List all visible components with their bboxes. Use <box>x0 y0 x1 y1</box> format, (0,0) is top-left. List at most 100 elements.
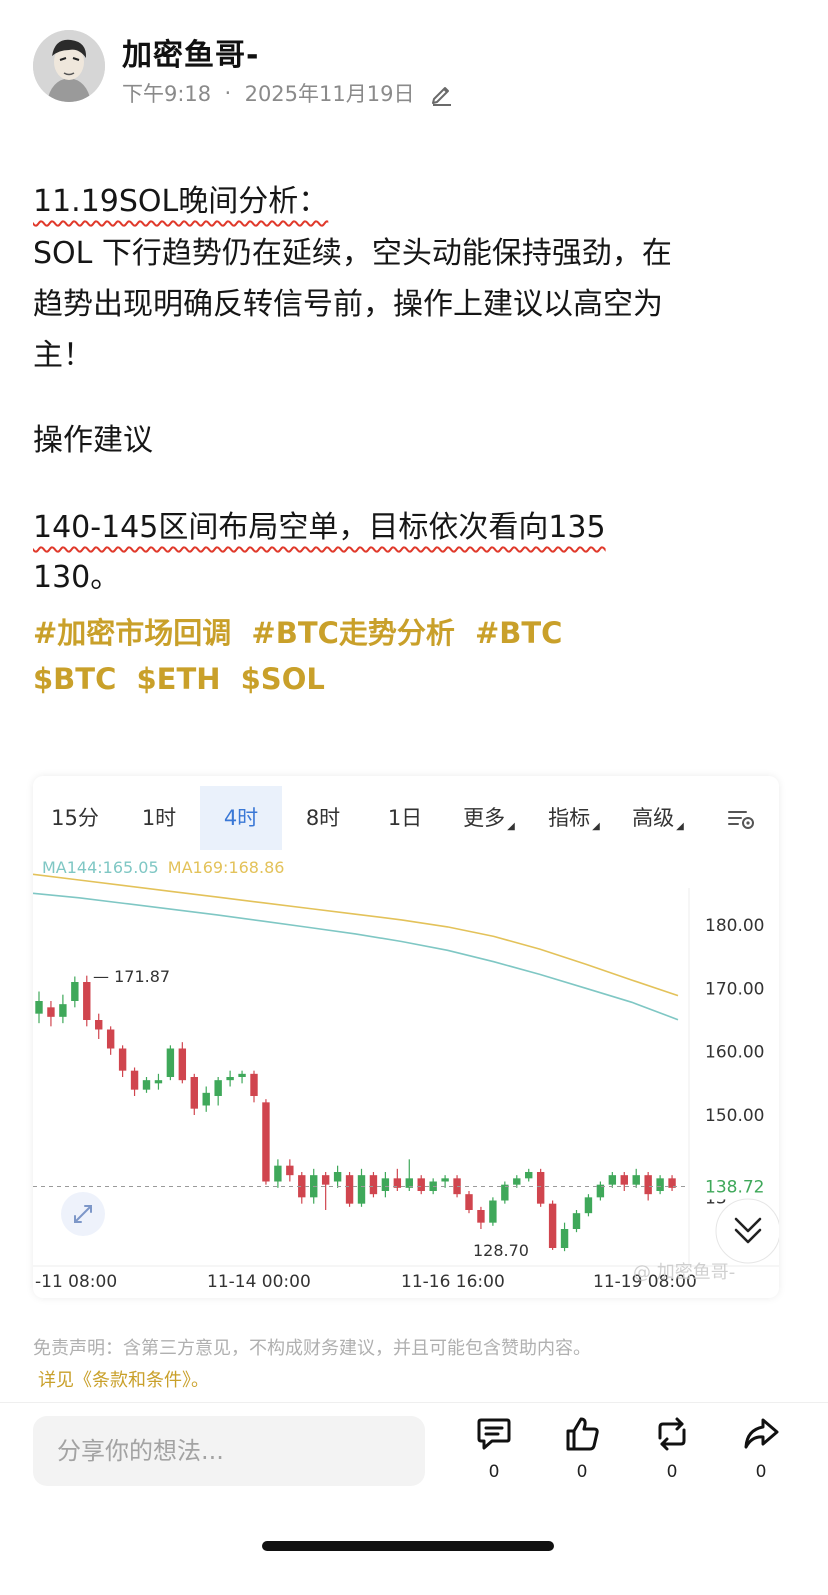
candle-body <box>608 1175 617 1185</box>
candle-body <box>357 1175 366 1204</box>
hashtag-crypto-pullback[interactable]: #加密市场回调 <box>33 616 231 650</box>
chart-settings-button[interactable] <box>713 786 769 850</box>
tab-15m-label: 15分 <box>51 806 99 830</box>
ma144-label: MA144:165.05 <box>42 858 159 877</box>
cashtag-eth[interactable]: $ETH <box>136 662 220 696</box>
tab-advanced[interactable]: 高级 ◢ <box>616 786 700 850</box>
comment-button[interactable]: 0 <box>464 1414 524 1482</box>
avatar-illustration <box>33 30 105 102</box>
tab-15m[interactable]: 15分 <box>33 786 117 850</box>
meta-separator: · <box>217 81 238 105</box>
candle-body <box>345 1175 354 1204</box>
share-button[interactable]: 0 <box>731 1414 791 1482</box>
ma169-label: MA169:168.86 <box>167 858 285 877</box>
y-tick-label: 170.00 <box>705 979 764 999</box>
repost-count: 0 <box>666 1462 678 1482</box>
repost-icon <box>658 1417 686 1451</box>
candle-body <box>95 1020 103 1030</box>
hashtag-btc-analysis[interactable]: #BTC走势分析 <box>251 616 454 650</box>
candle-body <box>477 1210 485 1223</box>
candle-body <box>178 1048 187 1081</box>
hashtag-btc[interactable]: #BTC <box>475 616 562 650</box>
high-annotation: — 171.87 <box>93 967 170 986</box>
candle-body <box>489 1200 497 1223</box>
price-chart[interactable]: 180.00170.00160.00150.0013-11 08:0011-14… <box>33 776 779 1298</box>
candle-body <box>71 982 79 1001</box>
candle-body <box>154 1080 163 1084</box>
candle-body <box>381 1178 390 1191</box>
repost-button[interactable]: 0 <box>642 1414 702 1482</box>
x-tick-label: -11 08:00 <box>35 1272 117 1292</box>
candle-body <box>250 1073 258 1096</box>
candle-body <box>369 1175 378 1195</box>
low-annotation: 128.70 <box>473 1241 529 1260</box>
candle-body <box>572 1213 581 1229</box>
tab-8h[interactable]: 8时 <box>282 786 364 850</box>
tab-1h[interactable]: 1时 <box>117 786 201 850</box>
candle-body <box>465 1194 473 1210</box>
like-button[interactable]: 0 <box>552 1414 612 1482</box>
op-line-1: 140-145区间布局空单，目标依次看向135 <box>33 504 606 552</box>
post-time: 下午9:18 <box>122 82 212 106</box>
candle-body <box>548 1203 557 1248</box>
candle-body <box>166 1048 175 1077</box>
ma144-line <box>33 892 679 1021</box>
caret-down-icon: ◢ <box>676 821 684 832</box>
post-line-2: 趋势出现明确反转信号前，操作上建议以高空为 <box>33 287 663 322</box>
candle-body <box>130 1070 139 1090</box>
post-meta: 下午9:18 · 2025年11月19日 <box>122 78 455 108</box>
candle-body <box>238 1073 246 1077</box>
candle-body <box>620 1175 628 1185</box>
chart-watermark: @ 加密鱼哥- <box>633 1262 735 1283</box>
candle-body <box>83 982 91 1020</box>
author-name[interactable]: 加密鱼哥- <box>122 30 259 74</box>
terms-link[interactable]: 详见《条款和条件》。 <box>38 1366 209 1392</box>
candle-body <box>286 1165 294 1176</box>
post-line-3: 主！ <box>33 338 93 373</box>
candle-body <box>47 1007 55 1017</box>
candle-body <box>142 1080 151 1090</box>
y-tick-label: 180.00 <box>705 916 764 936</box>
tab-more[interactable]: 更多 ◢ <box>446 786 532 850</box>
post-line-1: SOL 下行趋势仍在延续，空头动能保持强劲，在 <box>33 236 672 271</box>
candle-body <box>262 1102 270 1182</box>
candle-body <box>35 1001 43 1014</box>
caret-down-icon: ◢ <box>592 821 600 832</box>
y-tick-label: 150.00 <box>705 1106 764 1126</box>
candle-body <box>644 1175 652 1195</box>
cashtag-btc[interactable]: $BTC <box>33 662 116 696</box>
candle-body <box>333 1172 342 1182</box>
comment-icon <box>477 1418 511 1450</box>
chart-card[interactable]: 180.00170.00160.00150.0013-11 08:0011-14… <box>33 776 779 1298</box>
tab-1d[interactable]: 1日 <box>364 786 446 850</box>
candle-body <box>106 1029 115 1049</box>
candle-body <box>525 1172 533 1179</box>
tab-indicators[interactable]: 指标 ◢ <box>532 786 616 850</box>
candle-body <box>501 1184 509 1201</box>
x-tick-label: 11-16 16:00 <box>401 1272 505 1292</box>
candle-body <box>118 1048 127 1071</box>
ma-legend: MA144:165.05 MA169:168.86 <box>42 858 284 877</box>
share-icon <box>744 1418 779 1449</box>
timeframe-tabs: 15分 1时 4时 8时 1日 更多 ◢ 指标 ◢ 高级 ◢ <box>33 786 779 850</box>
post-date: 2025年11月19日 <box>244 82 415 106</box>
tab-advanced-label: 高级 <box>632 806 675 830</box>
edit-icon[interactable] <box>429 80 455 106</box>
thumbs-up-icon <box>566 1417 599 1451</box>
disclaimer: 免责声明：含第三方意见，不构成财务建议，并且可能包含赞助内容。 <box>33 1338 591 1359</box>
tab-4h[interactable]: 4时 <box>200 786 282 850</box>
chart-settings-icon <box>728 811 754 829</box>
candle-body <box>226 1077 234 1081</box>
candle-body <box>632 1175 640 1185</box>
y-tick-label: 160.00 <box>705 1043 764 1063</box>
divider <box>0 1402 828 1403</box>
tab-indicators-label: 指标 <box>548 806 591 830</box>
comment-input[interactable] <box>33 1416 425 1486</box>
candle-body <box>214 1080 222 1096</box>
current-price-label: 138.72 <box>705 1177 764 1197</box>
candle-body <box>59 1004 67 1017</box>
avatar[interactable] <box>33 30 105 102</box>
cashtag-sol[interactable]: $SOL <box>241 662 325 696</box>
tab-more-label: 更多 <box>463 806 506 830</box>
candle-body <box>441 1178 449 1182</box>
